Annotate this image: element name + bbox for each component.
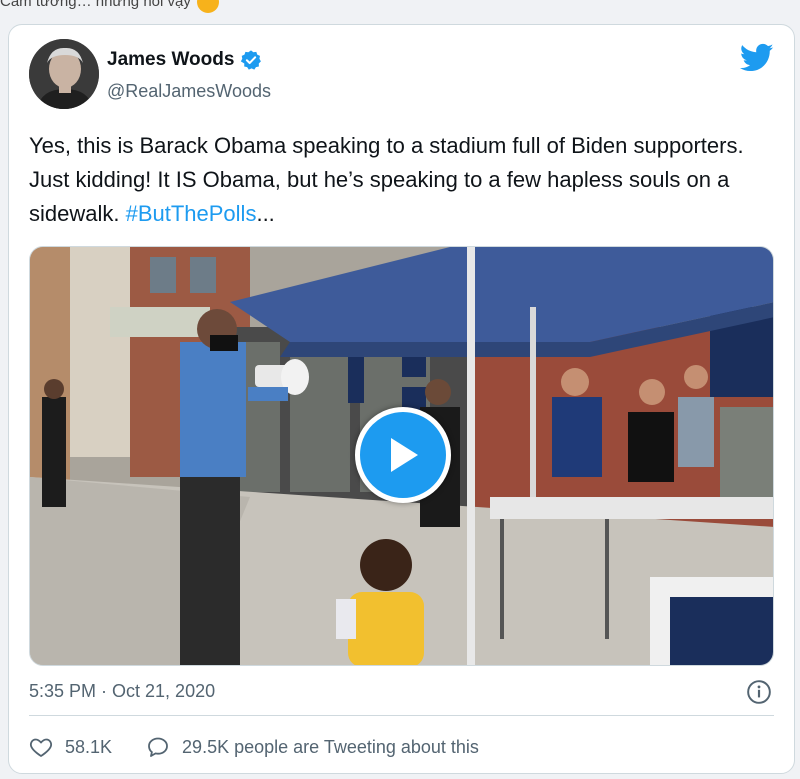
author-handle[interactable]: @RealJamesWoods (107, 81, 271, 102)
play-icon (391, 438, 418, 472)
heart-icon (30, 738, 52, 757)
reply-button[interactable]: 29.5K people are Tweeting about this (146, 735, 479, 759)
author-name[interactable]: James Woods (107, 49, 262, 71)
like-count: 58.1K (65, 736, 113, 757)
divider (29, 715, 774, 716)
tweet-timestamp[interactable]: 5:35 PM · Oct 21, 2020 (29, 681, 215, 702)
avatar[interactable] (29, 39, 99, 109)
tweet-text: Yes, this is Barack Obama speaking to a … (29, 129, 779, 231)
author-name-text[interactable]: James Woods (107, 49, 234, 71)
verified-badge-icon (241, 50, 262, 70)
tweet-actions: 58.1K 29.5K people are Tweeting about th… (29, 735, 513, 759)
tweeting-count-text: 29.5K people are Tweeting about this (182, 736, 479, 757)
info-icon[interactable] (746, 679, 772, 705)
tweet-ellipsis: ... (256, 201, 275, 226)
like-button[interactable]: 58.1K (29, 735, 112, 759)
previous-post-text: Cảm tưởng… nhưng nói vậy (0, 0, 219, 13)
tweet-embed-card[interactable]: James Woods @RealJamesWoods Yes, this is… (8, 24, 795, 774)
emoji-icon (196, 0, 219, 13)
play-button[interactable] (355, 407, 451, 503)
video-thumbnail[interactable] (29, 246, 774, 666)
twitter-bird-icon[interactable] (740, 43, 774, 73)
speech-bubble-icon (148, 737, 168, 757)
hashtag-link[interactable]: #ButThePolls (126, 201, 257, 226)
